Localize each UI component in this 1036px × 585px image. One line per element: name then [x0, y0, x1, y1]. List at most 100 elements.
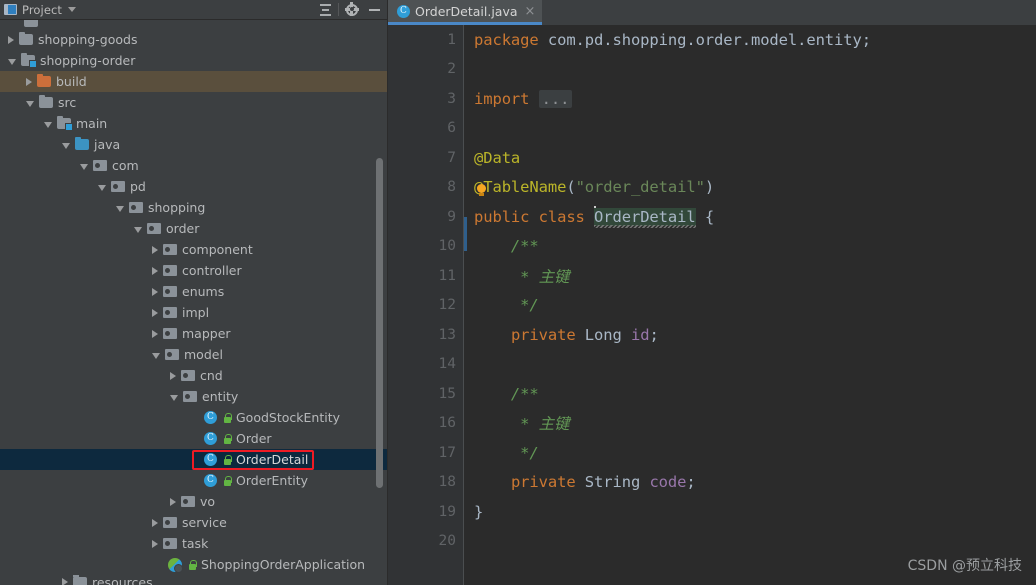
tree-row[interactable]: model: [0, 344, 387, 365]
tree-arrow-collapsed-icon[interactable]: [152, 266, 158, 275]
code-line[interactable]: [474, 55, 1036, 85]
tree-row[interactable]: vo: [0, 491, 387, 512]
intention-bulb-icon[interactable]: [476, 183, 487, 196]
tree-row[interactable]: shopping-order: [0, 50, 387, 71]
tree-arrow-collapsed-icon[interactable]: [152, 539, 158, 548]
tree-row[interactable]: C OrderEntity: [0, 470, 387, 491]
tree-row[interactable]: service: [0, 512, 387, 533]
tree-row[interactable]: order: [0, 218, 387, 239]
project-tree-scrollbar[interactable]: [376, 158, 383, 488]
tree-arrow-expanded-icon[interactable]: [152, 352, 160, 359]
gutter-row[interactable]: 8: [388, 173, 474, 203]
code-line[interactable]: private Long id;: [474, 320, 1036, 350]
tree-arrow-expanded-icon[interactable]: [26, 100, 34, 107]
tree-row[interactable]: task: [0, 533, 387, 554]
tree-arrow-expanded-icon[interactable]: [98, 184, 106, 191]
tree-arrow-expanded-icon[interactable]: [116, 205, 124, 212]
tree-row[interactable]: component: [0, 239, 387, 260]
code-line[interactable]: import ...: [474, 84, 1036, 114]
tree-arrow-collapsed-icon[interactable]: [152, 308, 158, 317]
tree-arrow-expanded-icon[interactable]: [170, 394, 178, 401]
tree-row[interactable]: ShoppingOrderApplication: [0, 554, 387, 575]
project-panel-title-group[interactable]: Project: [4, 3, 314, 17]
tree-row[interactable]: [0, 20, 387, 29]
gutter-row[interactable]: 13: [388, 320, 464, 350]
gutter-row[interactable]: 1: [388, 25, 464, 55]
gutter-row[interactable]: 19: [388, 497, 464, 527]
chevron-down-icon[interactable]: [68, 7, 77, 12]
editor-gutter[interactable]: 1 2 3 6 7 8 9 10 11 12 13 14 15 16 17 18 19 20: [388, 25, 474, 585]
code-line[interactable]: @Data: [474, 143, 1036, 173]
tree-arrow-collapsed-icon[interactable]: [152, 329, 158, 338]
gutter-row[interactable]: 20: [388, 527, 464, 557]
code-line[interactable]: [474, 350, 1036, 380]
code-line[interactable]: }: [474, 497, 1036, 527]
settings-button[interactable]: [341, 1, 363, 19]
tree-row[interactable]: com: [0, 155, 387, 176]
code-line[interactable]: * 主键: [474, 409, 1036, 439]
code-line[interactable]: [474, 527, 1036, 557]
code-line[interactable]: /**: [474, 379, 1036, 409]
gutter-row[interactable]: 9: [388, 202, 464, 232]
tree-row[interactable]: main: [0, 113, 387, 134]
tree-row[interactable]: C GoodStockEntity: [0, 407, 387, 428]
tree-row[interactable]: enums: [0, 281, 387, 302]
tree-arrow-collapsed-icon[interactable]: [152, 287, 158, 296]
gutter-row[interactable]: 17: [388, 438, 474, 468]
code-line[interactable]: [474, 114, 1036, 144]
collapse-all-button[interactable]: [314, 1, 336, 19]
hide-panel-button[interactable]: [363, 1, 385, 19]
gutter-row[interactable]: 10: [388, 232, 474, 262]
tree-row[interactable]: impl: [0, 302, 387, 323]
tree-row[interactable]: pd: [0, 176, 387, 197]
tree-arrow-expanded-icon[interactable]: [134, 226, 142, 233]
tree-row[interactable]: entity: [0, 386, 387, 407]
tree-row[interactable]: C Order: [0, 428, 387, 449]
gutter-row[interactable]: 16: [388, 409, 464, 439]
code-line[interactable]: */: [474, 291, 1036, 321]
code-line[interactable]: */: [474, 438, 1036, 468]
code-line[interactable]: /**: [474, 232, 1036, 262]
tree-arrow-collapsed-icon[interactable]: [170, 371, 176, 380]
tree-arrow-collapsed-icon[interactable]: [26, 77, 32, 86]
package-icon: [163, 307, 177, 318]
tree-row[interactable]: build: [0, 71, 387, 92]
code-line[interactable]: private String code;: [474, 468, 1036, 498]
gutter-row[interactable]: 12: [388, 291, 474, 321]
close-icon[interactable]: ×: [525, 5, 536, 18]
code-line[interactable]: * 主键: [474, 261, 1036, 291]
tree-arrow-collapsed-icon[interactable]: [170, 497, 176, 506]
tree-row[interactable]: cnd: [0, 365, 387, 386]
tree-row[interactable]: shopping: [0, 197, 387, 218]
tree-arrow-expanded-icon[interactable]: [8, 58, 16, 65]
gutter-row[interactable]: 6: [388, 114, 464, 144]
gutter-row[interactable]: 2: [388, 55, 464, 85]
tree-row[interactable]: shopping-goods: [0, 29, 387, 50]
tree-row[interactable]: C OrderDetail: [0, 449, 387, 470]
code-line[interactable]: public class OrderDetail {: [474, 202, 1036, 232]
tree-arrow-expanded-icon[interactable]: [80, 163, 88, 170]
editor-tab[interactable]: C OrderDetail.java ×: [388, 0, 543, 25]
tree-arrow-collapsed-icon[interactable]: [62, 578, 68, 585]
gutter-row[interactable]: 7: [388, 143, 474, 173]
gutter-row[interactable]: 11: [388, 261, 464, 291]
tree-arrow-expanded-icon[interactable]: [44, 121, 52, 128]
code-pane[interactable]: package com.pd.shopping.order.model.enti…: [464, 25, 1036, 585]
code-line[interactable]: package com.pd.shopping.order.model.enti…: [474, 25, 1036, 55]
gutter-row[interactable]: 14: [388, 350, 464, 380]
tree-row-label: shopping-order: [40, 53, 136, 68]
tree-row[interactable]: src: [0, 92, 387, 113]
tree-arrow-expanded-icon[interactable]: [62, 142, 70, 149]
tree-arrow-collapsed-icon[interactable]: [152, 245, 158, 254]
collapsed-import-placeholder[interactable]: ...: [538, 89, 573, 108]
tree-row[interactable]: java: [0, 134, 387, 155]
tree-arrow-collapsed-icon[interactable]: [152, 518, 158, 527]
tree-arrow-collapsed-icon[interactable]: [8, 35, 14, 44]
gutter-row[interactable]: 18: [388, 468, 464, 498]
tree-row[interactable]: controller: [0, 260, 387, 281]
tree-row[interactable]: mapper: [0, 323, 387, 344]
gutter-row[interactable]: 3: [388, 84, 474, 114]
code-line[interactable]: @TableName("order_detail"): [474, 173, 1036, 203]
tree-row[interactable]: resources: [0, 575, 387, 585]
gutter-row[interactable]: 15: [388, 379, 474, 409]
